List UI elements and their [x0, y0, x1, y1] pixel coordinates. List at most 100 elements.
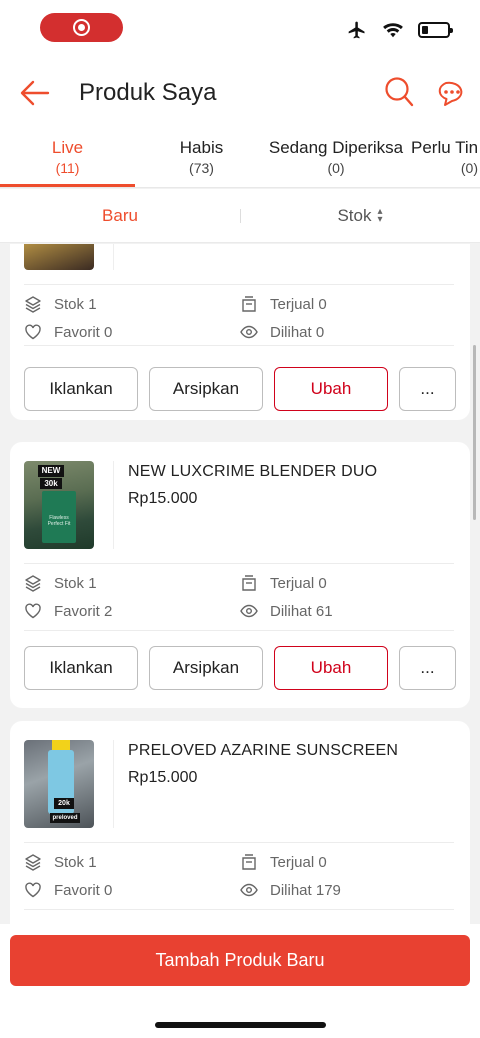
stat-views-value: 61 [315, 602, 333, 620]
stat-sold-label: Terjual [270, 574, 315, 592]
add-product-button[interactable]: Tambah Produk Baru [10, 935, 470, 986]
sort-stock[interactable]: Stok ▴ ▾ [240, 189, 480, 243]
record-icon [73, 19, 90, 36]
badge-price: 30k [40, 478, 62, 489]
tab-sedang-diperiksa[interactable]: Sedang Diperiksa (0) [262, 138, 410, 176]
thumbnail-edge [100, 461, 114, 549]
bottom-action-bar: Tambah Produk Baru [0, 924, 480, 1038]
product-card: Stok 1 Terjual 0 Favorit 0 Dilihat 0 Ikl… [10, 244, 470, 420]
tab-label: Habis [179, 138, 224, 157]
stat-favorite: Favorit 0 [24, 881, 112, 899]
active-tab-indicator [0, 184, 135, 187]
box-icon [242, 575, 256, 591]
stat-favorite-label: Favorit [54, 602, 100, 620]
eye-icon [240, 325, 258, 339]
stat-stock: Stok 1 [24, 574, 97, 592]
box-icon [242, 296, 256, 312]
stat-stock: Stok 1 [24, 295, 97, 313]
stat-views: Dilihat 179 [240, 881, 341, 899]
layers-icon [25, 296, 41, 313]
layers-icon [25, 575, 41, 592]
scroll-indicator[interactable] [473, 345, 476, 520]
app-header: Produk Saya [0, 60, 480, 128]
stat-stock-value: 1 [88, 574, 97, 592]
stat-favorite-label: Favorit [54, 881, 100, 899]
stat-sold-label: Terjual [270, 295, 315, 313]
tab-live[interactable]: Live (11) [30, 138, 105, 176]
tab-label: Perlu Tin [411, 138, 479, 157]
tab-count: (0) [327, 160, 345, 176]
divider [24, 630, 454, 631]
home-indicator[interactable] [155, 1022, 326, 1028]
product-thumbnail[interactable]: NEW 30k Flawless Perfect Fit [24, 461, 94, 549]
tab-count: (0) [460, 160, 478, 176]
more-button[interactable]: ... [399, 367, 456, 411]
chat-icon[interactable] [434, 77, 468, 109]
product-name[interactable]: NEW LUXCRIME BLENDER DUO [128, 463, 377, 481]
stat-views-value: 179 [315, 881, 341, 899]
stat-sold: Terjual 0 [240, 853, 327, 871]
archive-button[interactable]: Arsipkan [149, 646, 263, 690]
product-list[interactable]: Stok 1 Terjual 0 Favorit 0 Dilihat 0 Ikl… [0, 244, 480, 924]
stat-sold: Terjual 0 [240, 574, 327, 592]
badge-preloved: preloved [50, 813, 80, 823]
more-button[interactable]: ... [399, 646, 456, 690]
search-icon[interactable] [384, 76, 414, 108]
status-tabs: Live (11) Habis (73) Sedang Diperiksa (0… [0, 128, 480, 188]
back-arrow-icon[interactable] [18, 76, 52, 110]
sort-stock-label: Stok [337, 206, 372, 225]
divider [24, 909, 454, 910]
badge-price: 20k [54, 798, 74, 809]
stat-sold-value: 0 [318, 574, 327, 592]
page-title: Produk Saya [79, 79, 217, 106]
product-thumbnail[interactable]: 20k preloved [24, 740, 94, 828]
badge-new: NEW [38, 465, 64, 477]
product-thumbnail[interactable] [24, 244, 94, 270]
stat-views-label: Dilihat [270, 602, 312, 620]
airplane-icon [348, 21, 365, 39]
eye-icon [240, 604, 258, 618]
product-name[interactable]: PRELOVED AZARINE SUNSCREEN [128, 742, 398, 760]
tab-habis[interactable]: Habis (73) [164, 138, 239, 176]
stat-favorite-value: 0 [104, 881, 113, 899]
battery-icon [418, 22, 453, 38]
stat-views: Dilihat 0 [240, 323, 324, 341]
stat-stock-label: Stok [54, 574, 85, 592]
advertise-button[interactable]: Iklankan [24, 367, 138, 411]
package-text: Flawless Perfect Fit [47, 515, 71, 527]
thumbnail-edge [100, 244, 114, 270]
stat-sold-value: 0 [318, 853, 327, 871]
bottle-cap [52, 740, 70, 750]
tab-label: Sedang Diperiksa [268, 138, 404, 157]
eye-icon [240, 883, 258, 897]
product-card: 20k preloved PRELOVED AZARINE SUNSCREEN … [10, 721, 470, 924]
divider [24, 563, 454, 564]
stat-stock-label: Stok [54, 295, 85, 313]
tab-label: Live [51, 138, 84, 157]
stat-favorite-label: Favorit [54, 323, 100, 341]
stat-sold: Terjual 0 [240, 295, 327, 313]
advertise-button[interactable]: Iklankan [24, 646, 138, 690]
thumbnail-edge [100, 740, 114, 828]
stat-views-value: 0 [315, 323, 325, 341]
tab-count: (73) [189, 160, 214, 176]
edit-button[interactable]: Ubah [274, 367, 388, 411]
divider [24, 345, 454, 346]
archive-button[interactable]: Arsipkan [149, 367, 263, 411]
heart-icon [25, 603, 41, 619]
heart-icon [25, 882, 41, 898]
stat-views-label: Dilihat [270, 323, 312, 341]
divider [24, 842, 454, 843]
screen-recording-indicator[interactable] [40, 13, 123, 42]
stat-favorite-value: 2 [104, 602, 113, 620]
edit-button[interactable]: Ubah [274, 646, 388, 690]
product-price: Rp15.000 [128, 490, 198, 507]
sort-arrows-icon: ▴ ▾ [377, 206, 383, 225]
tab-count: (11) [55, 160, 80, 176]
sort-newest[interactable]: Baru [0, 189, 240, 243]
tab-perlu-tindakan[interactable]: Perlu Tin (0) [411, 138, 480, 176]
stat-stock-label: Stok [54, 853, 85, 871]
stat-stock-value: 1 [88, 853, 97, 871]
product-card: NEW 30k Flawless Perfect Fit NEW LUXCRIME… [10, 442, 470, 708]
stat-favorite-value: 0 [104, 323, 113, 341]
